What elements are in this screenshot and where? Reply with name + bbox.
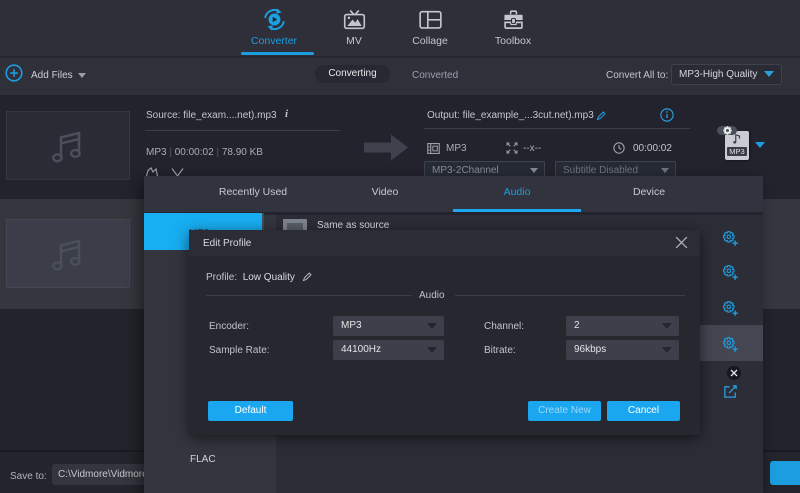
svg-text:MP3: MP3 — [729, 147, 744, 156]
